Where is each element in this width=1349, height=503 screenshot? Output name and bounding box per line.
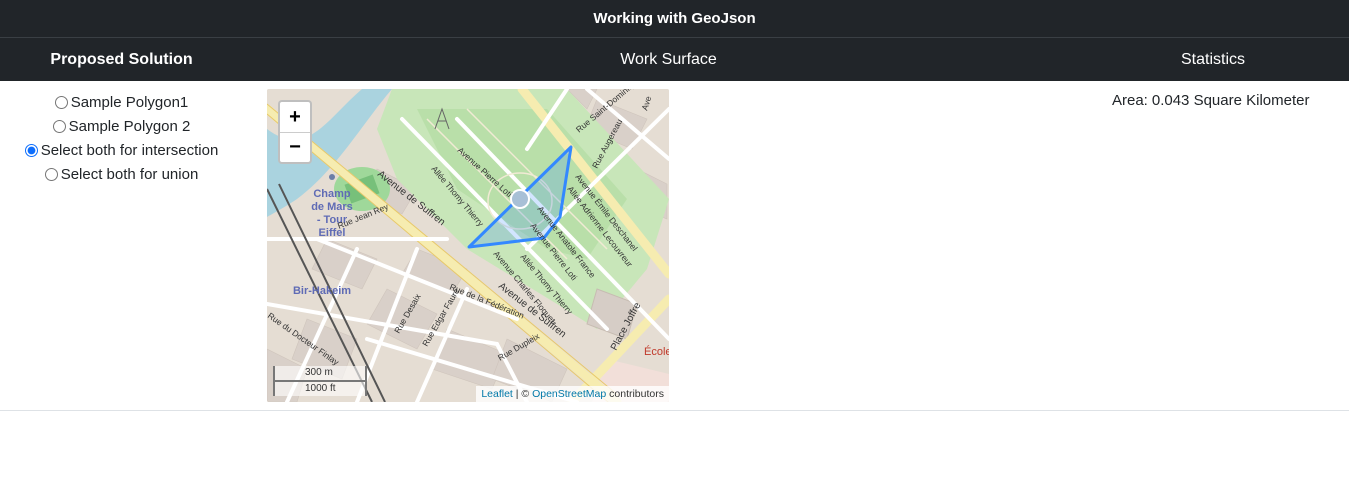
proposed-solution-header: Proposed Solution xyxy=(50,51,193,68)
option-intersection[interactable]: Select both for intersection xyxy=(0,138,243,162)
option-sample-polygon-1[interactable]: Sample Polygon1 xyxy=(0,90,243,114)
map-label-bir-hakeim: Bir-Hakeim xyxy=(293,285,351,297)
app-title: Working with GeoJson xyxy=(0,0,1349,38)
map-attribution: Leaflet | © OpenStreetMap contributors xyxy=(476,386,669,402)
area-statistic: Area: 0.043 Square Kilometer xyxy=(1112,92,1309,109)
map-label-champ: Champ xyxy=(313,188,351,200)
zoom-control: + − xyxy=(278,100,312,164)
option-label: Select both for union xyxy=(60,165,199,183)
area-value: 0.043 Square Kilometer xyxy=(1151,92,1310,109)
radio-union[interactable] xyxy=(44,167,58,181)
work-surface-header: Work Surface xyxy=(620,51,717,68)
column-header-row: Proposed Solution Work Surface Statistic… xyxy=(0,38,1349,81)
zoom-in-button[interactable]: + xyxy=(280,102,310,132)
scale-imperial: 1000 ft xyxy=(273,380,367,396)
option-sample-polygon-2[interactable]: Sample Polygon 2 xyxy=(0,114,243,138)
attribution-separator: | © xyxy=(512,388,533,400)
row-divider xyxy=(0,410,1349,411)
option-label: Sample Polygon 2 xyxy=(68,117,191,135)
option-label: Select both for intersection xyxy=(40,141,219,159)
map-tiles: Champ de Mars - Tour Eiffel Bir-Hakeim É… xyxy=(267,89,669,402)
map-label-ecole: École xyxy=(644,345,669,358)
option-label: Sample Polygon1 xyxy=(70,93,189,111)
scale-bar: 300 m 1000 ft xyxy=(273,366,367,396)
statistics-header: Statistics xyxy=(1180,51,1245,68)
radio-intersection[interactable] xyxy=(24,143,38,157)
area-label: Area: xyxy=(1112,92,1148,109)
radio-sample-polygon-1[interactable] xyxy=(54,95,68,109)
map-work-surface[interactable]: Champ de Mars - Tour Eiffel Bir-Hakeim É… xyxy=(267,89,669,402)
solution-options: Sample Polygon1 Sample Polygon 2 Select … xyxy=(0,90,243,186)
map-label-de-mars: de Mars xyxy=(311,201,353,213)
attribution-suffix: contributors xyxy=(606,388,664,400)
radio-sample-polygon-2[interactable] xyxy=(52,119,66,133)
option-union[interactable]: Select both for union xyxy=(0,162,243,186)
openstreetmap-link[interactable]: OpenStreetMap xyxy=(532,388,606,400)
zoom-out-button[interactable]: − xyxy=(280,132,310,162)
leaflet-link[interactable]: Leaflet xyxy=(481,388,513,400)
